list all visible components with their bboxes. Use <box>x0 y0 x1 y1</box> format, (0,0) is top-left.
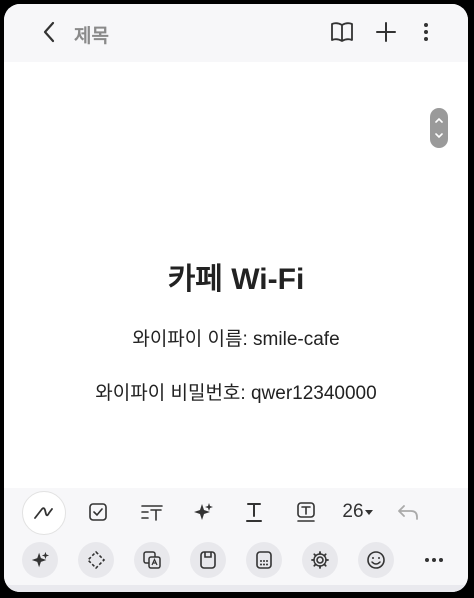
wifi-name-line[interactable]: 와이파이 이름: smile-cafe <box>4 324 468 351</box>
more-horizontal-icon[interactable] <box>418 544 450 576</box>
note-heading[interactable]: 카페 Wi-Fi <box>4 254 468 298</box>
pen-button[interactable] <box>22 491 66 535</box>
sparkle-icon[interactable] <box>187 496 219 528</box>
format-toolbar: 26 <box>4 488 468 536</box>
font-size-value: 26 <box>342 501 364 522</box>
scroll-arrows-icon <box>435 117 443 139</box>
text-style-icon[interactable] <box>136 496 168 528</box>
select-icon[interactable] <box>78 542 114 578</box>
gesture-bar <box>4 585 468 592</box>
bottom-toolbar <box>4 536 468 592</box>
plus-icon[interactable] <box>370 16 402 48</box>
chevron-left-icon[interactable] <box>34 16 66 48</box>
save-icon[interactable] <box>190 542 226 578</box>
text-underline-icon[interactable] <box>238 496 270 528</box>
emoji-icon[interactable] <box>358 542 394 578</box>
calculator-icon[interactable] <box>246 542 282 578</box>
note-screen: 제목 카페 Wi-Fi 와이파이 이름: smile-cafe 와이파이 비밀번… <box>4 4 468 592</box>
text-box-icon[interactable] <box>290 496 322 528</box>
book-open-icon[interactable] <box>326 16 358 48</box>
header: 제목 <box>4 4 468 62</box>
note-title-field[interactable]: 제목 <box>74 21 109 48</box>
checkbox-icon[interactable] <box>82 496 114 528</box>
settings-icon[interactable] <box>302 542 338 578</box>
font-size-dropdown[interactable]: 26 <box>338 496 378 528</box>
ai-sparkle-icon[interactable] <box>22 542 58 578</box>
note-body[interactable]: 카페 Wi-Fi 와이파이 이름: smile-cafe 와이파이 비밀번호: … <box>4 62 468 487</box>
scroll-handle[interactable] <box>430 108 448 148</box>
translate-icon[interactable] <box>134 542 170 578</box>
undo-icon[interactable] <box>392 496 424 528</box>
more-vertical-icon[interactable] <box>410 16 442 48</box>
caret-down-icon <box>364 510 373 515</box>
pen-icon <box>34 507 53 519</box>
wifi-password-line[interactable]: 와이파이 비밀번호: qwer12340000 <box>4 378 468 405</box>
